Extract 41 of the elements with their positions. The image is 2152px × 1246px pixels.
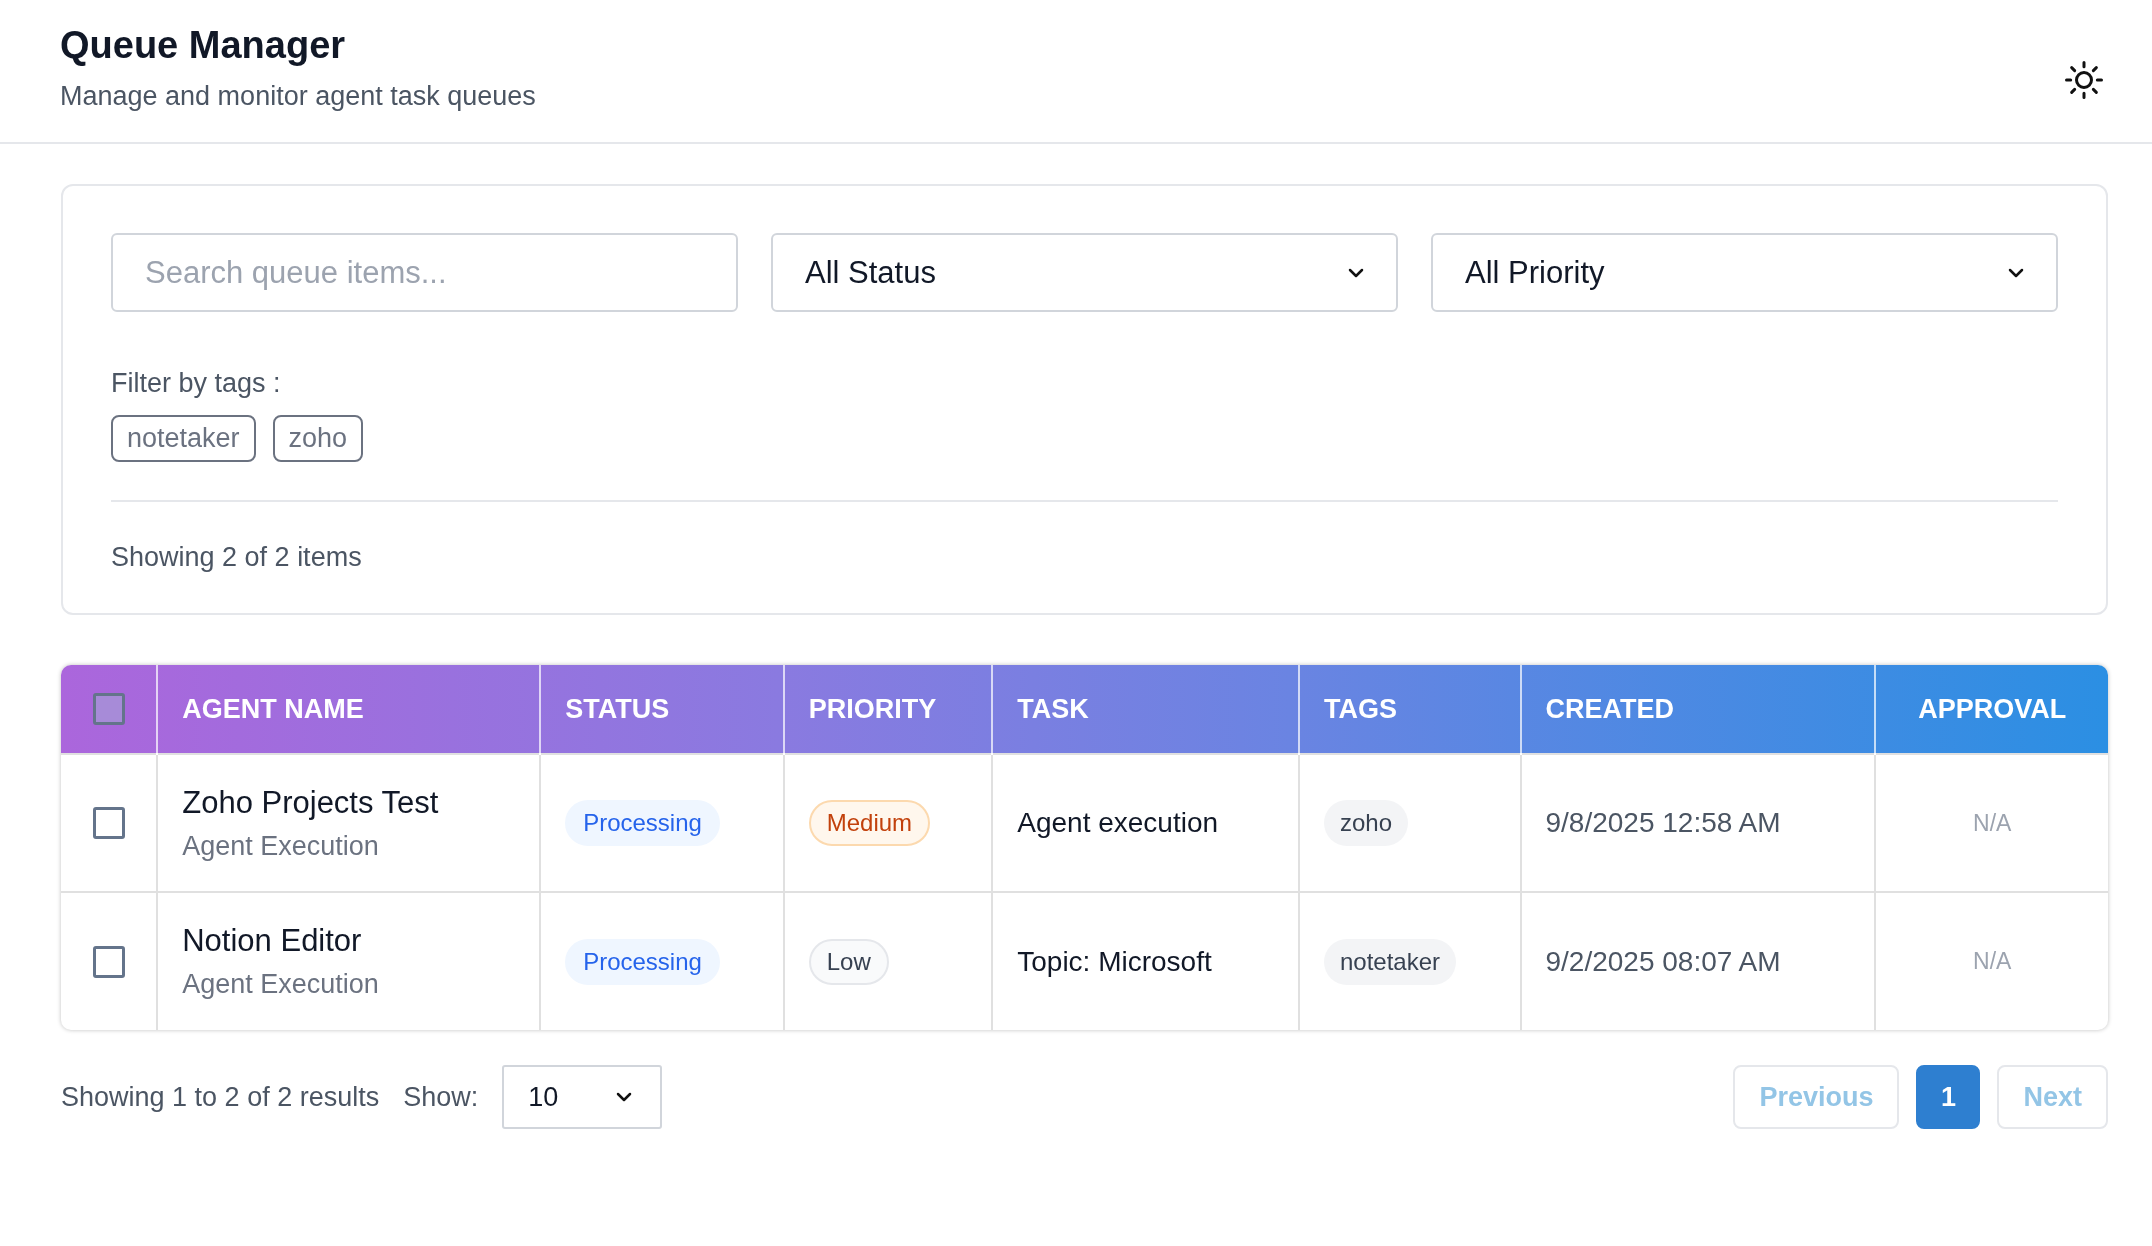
status-badge: Processing: [565, 800, 720, 846]
results-text: Showing 1 to 2 of 2 results: [61, 1081, 380, 1113]
page-title: Queue Manager: [60, 24, 347, 67]
column-header: PRIORITY: [783, 665, 993, 754]
task-text: Topic: Microsoft: [1017, 945, 1212, 977]
priority-badge: Low: [808, 938, 889, 985]
items-count-text: Showing 2 of 2 items: [111, 542, 363, 573]
page-size-label: Show:: [403, 1081, 479, 1113]
created-date: 9/2/2025 08:07 AM: [1545, 945, 1781, 977]
page-subtitle: Manage and monitor agent task queues: [60, 81, 536, 112]
approval-text: N/A: [1973, 948, 2012, 974]
agent-type: Agent Execution: [182, 830, 380, 862]
column-header: CREATED: [1520, 665, 1876, 754]
column-header: APPROVAL: [1875, 665, 2108, 754]
column-header: TAGS: [1299, 665, 1521, 754]
status-select[interactable]: All Status: [771, 233, 1398, 312]
approval-text: N/A: [1973, 809, 2012, 836]
status-badge: Processing: [565, 938, 720, 985]
priority-badge: Medium: [808, 800, 931, 846]
tag-filter-chip[interactable]: notetaker: [111, 415, 256, 462]
page-size-select[interactable]: 10: [502, 1065, 663, 1129]
priority-select[interactable]: All Priority: [1431, 233, 2058, 312]
search-field[interactable]: Search queue items...: [111, 233, 738, 312]
tag-chip: zoho: [1324, 800, 1409, 846]
created-date: 9/8/2025 12:58 AM: [1545, 807, 1781, 838]
column-header: AGENT NAME: [157, 665, 541, 754]
agent-name: Notion Editor: [182, 923, 363, 959]
agent-name: Zoho Projects Test: [182, 784, 440, 821]
tag-filter-chip[interactable]: zoho: [272, 415, 364, 462]
tags-filter-label: Filter by tags :: [111, 368, 282, 399]
row-checkbox[interactable]: [92, 807, 125, 839]
select-all-checkbox[interactable]: [92, 693, 125, 726]
column-header: STATUS: [540, 665, 784, 754]
task-text: Agent execution: [1017, 807, 1219, 838]
agent-type: Agent Execution: [182, 969, 380, 1000]
sun-icon: [2064, 60, 2104, 100]
page-number-button[interactable]: 1: [1916, 1065, 1981, 1129]
tag-chip: notetaker: [1324, 938, 1457, 985]
column-header: TASK: [992, 665, 1299, 754]
row-checkbox[interactable]: [92, 945, 125, 978]
theme-toggle-button[interactable]: [2062, 58, 2106, 102]
